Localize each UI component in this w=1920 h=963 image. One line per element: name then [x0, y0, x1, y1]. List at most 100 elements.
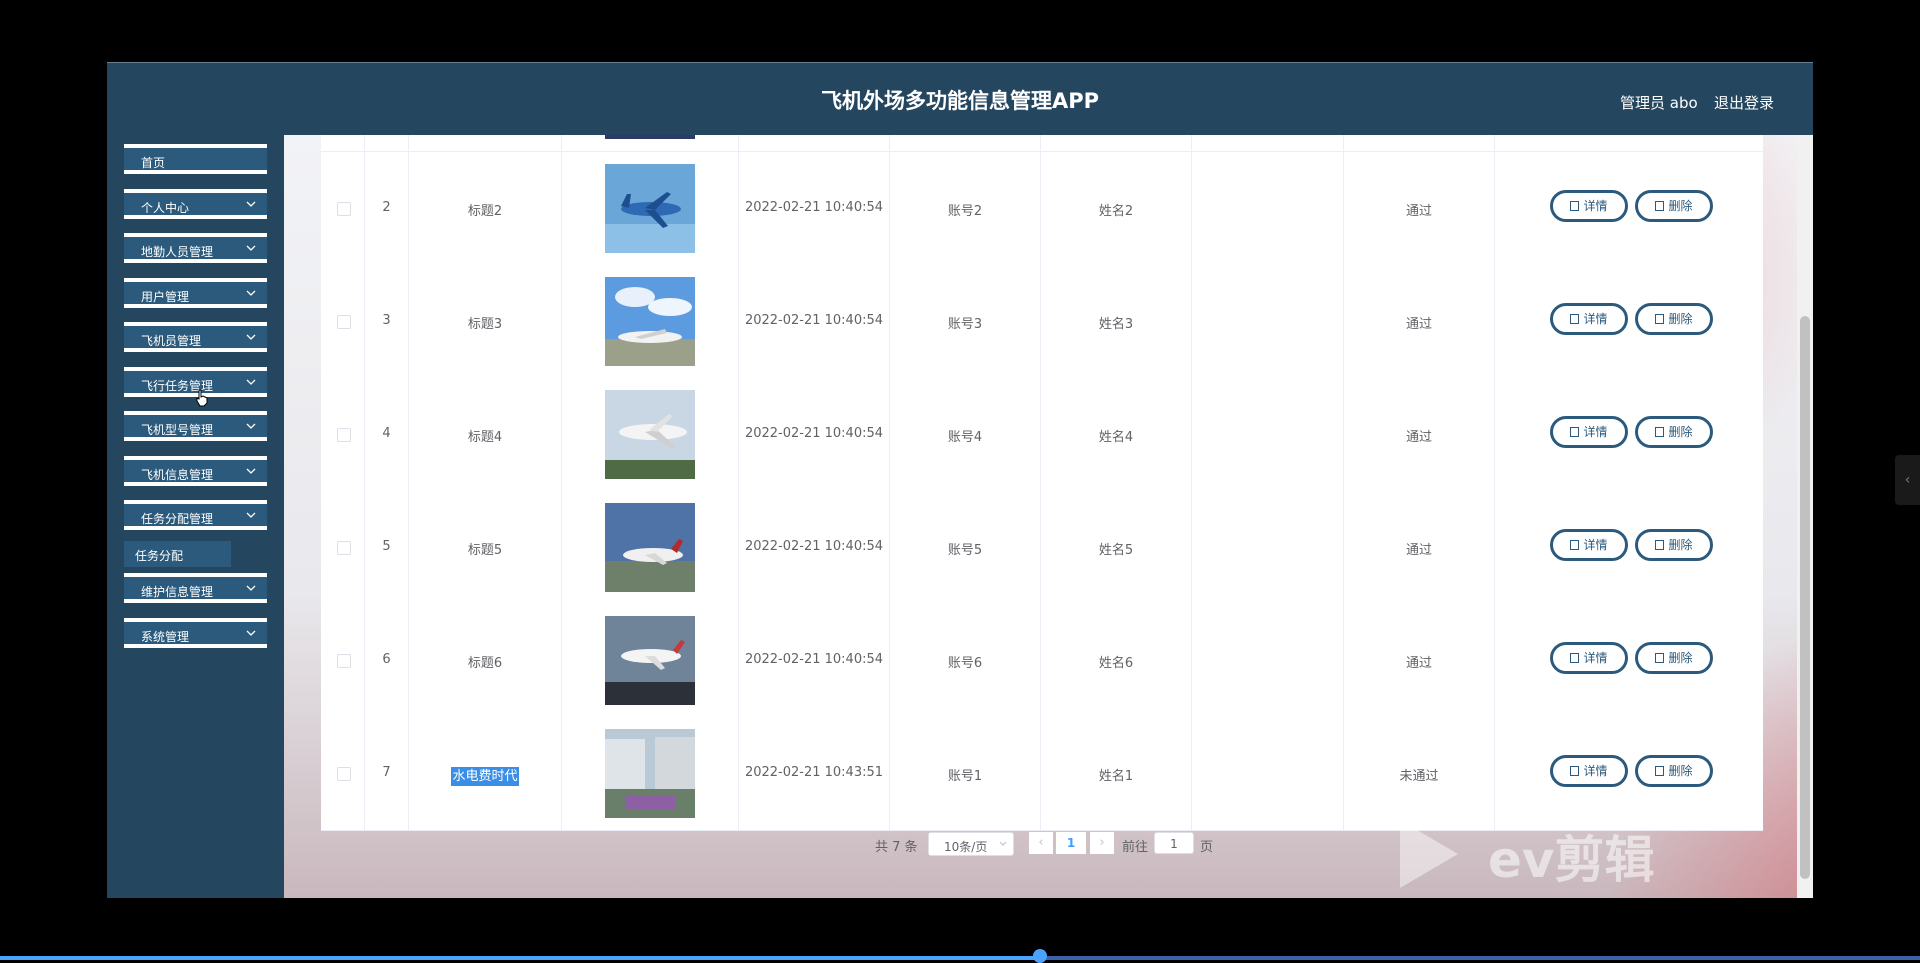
row-checkbox[interactable]: [337, 428, 351, 442]
play-logo-icon: [1400, 820, 1458, 888]
row-account: 账号1: [947, 769, 983, 784]
sidebar-item-label: 首页: [141, 156, 166, 170]
sidebar-item-task-assignment[interactable]: 任务分配管理: [124, 500, 267, 530]
document-icon: [1570, 766, 1580, 776]
delete-button[interactable]: 删除: [1635, 755, 1713, 787]
row-account: 账号3: [947, 317, 983, 332]
row-status: 通过: [1405, 204, 1432, 219]
trash-icon: [1655, 653, 1665, 663]
row-title: 标题5: [467, 543, 503, 558]
sidebar-item-label: 维护信息管理: [141, 585, 214, 599]
page-size-select[interactable]: 10条/页: [928, 832, 1014, 856]
page-number-current[interactable]: 1: [1056, 832, 1086, 854]
chevron-down-icon: [246, 423, 256, 429]
row-checkbox[interactable]: [337, 315, 351, 329]
sidebar-item-ground-staff[interactable]: 地勤人员管理: [124, 233, 267, 263]
chevron-down-icon: [246, 290, 256, 296]
app-title: 飞机外场多功能信息管理APP: [820, 89, 1100, 113]
table-row: 7 水电费时代 2022-02-21 10:43:51 账号1 姓名1 未通过 …: [321, 717, 1763, 831]
goto-suffix: 页: [1200, 840, 1214, 855]
table-row: 5 标题5 2022-02-21 10:40:54 账号5 姓名5 通过 详情 …: [321, 491, 1763, 605]
header-bar: 飞机外场多功能信息管理APP 管理员 abo 退出登录: [107, 62, 1813, 136]
chevron-down-icon: [246, 334, 256, 340]
chevron-down-icon: [246, 512, 256, 518]
side-panel-toggle[interactable]: ‹: [1895, 455, 1920, 505]
row-time: 2022-02-21 10:40:54: [744, 652, 884, 667]
document-icon: [1570, 314, 1580, 324]
sidebar-item-home[interactable]: 首页: [124, 144, 267, 174]
delete-button[interactable]: 删除: [1635, 529, 1713, 561]
detail-button[interactable]: 详情: [1550, 190, 1628, 222]
sidebar-item-personal-center[interactable]: 个人中心: [124, 189, 267, 219]
row-title: 标题4: [467, 430, 503, 445]
trash-icon: [1655, 314, 1665, 324]
document-icon: [1570, 540, 1580, 550]
scrollbar-thumb[interactable]: [1800, 316, 1810, 879]
row-checkbox[interactable]: [337, 541, 351, 555]
delete-button[interactable]: 删除: [1635, 190, 1713, 222]
submenu-item-label: 任务分配: [135, 549, 184, 563]
sidebar-item-label: 任务分配管理: [141, 512, 214, 526]
sidebar-item-maintenance[interactable]: 维护信息管理: [124, 573, 267, 603]
delete-button[interactable]: 删除: [1635, 416, 1713, 448]
delete-button[interactable]: 删除: [1635, 642, 1713, 674]
thumbnail-image: [605, 616, 695, 705]
sidebar-item-label: 飞机员管理: [141, 334, 202, 348]
video-progress-knob[interactable]: [1033, 949, 1047, 963]
row-status: 通过: [1405, 430, 1432, 445]
row-name: 姓名3: [1098, 317, 1134, 332]
detail-button[interactable]: 详情: [1550, 416, 1628, 448]
delete-button[interactable]: 删除: [1635, 303, 1713, 335]
prev-page-button[interactable]: ‹: [1029, 832, 1053, 854]
row-time: 2022-02-21 10:40:54: [744, 539, 884, 554]
row-index: 6: [382, 652, 391, 667]
row-title: 水电费时代: [409, 765, 561, 786]
thumbnail-image: [605, 390, 695, 479]
row-checkbox[interactable]: [337, 767, 351, 781]
cursor-hand-icon: [196, 389, 208, 407]
row-index: 3: [382, 313, 391, 328]
trash-icon: [1655, 201, 1665, 211]
goto-page-input[interactable]: 1: [1154, 832, 1194, 854]
chevron-down-icon: [246, 468, 256, 474]
sidebar-item-label: 用户管理: [141, 290, 190, 304]
thumbnail-image: [605, 135, 695, 139]
logout-link[interactable]: 退出登录: [1714, 92, 1774, 113]
thumbnail-image: [605, 164, 695, 253]
chevron-down-icon: [246, 379, 256, 385]
row-index: 7: [382, 765, 391, 780]
sidebar-item-pilots[interactable]: 飞机员管理: [124, 322, 267, 352]
trash-icon: [1655, 427, 1665, 437]
row-title: 标题6: [467, 656, 503, 671]
sidebar-item-aircraft-models[interactable]: 飞机型号管理: [124, 411, 267, 441]
next-page-button[interactable]: ›: [1090, 832, 1114, 854]
row-status: 通过: [1405, 656, 1432, 671]
video-progress-fill: [0, 956, 1040, 960]
row-account: 账号4: [947, 430, 983, 445]
row-time: 2022-02-21 10:43:51: [744, 765, 884, 780]
row-status: 未通过: [1399, 769, 1439, 784]
row-checkbox[interactable]: [337, 202, 351, 216]
sidebar-item-label: 个人中心: [141, 201, 190, 215]
document-icon: [1570, 201, 1580, 211]
detail-button[interactable]: 详情: [1550, 303, 1628, 335]
sidebar-item-users[interactable]: 用户管理: [124, 278, 267, 308]
document-icon: [1570, 427, 1580, 437]
submenu-item-task-assign[interactable]: 任务分配: [124, 541, 231, 567]
row-title: 标题2: [467, 204, 503, 219]
sidebar-item-label: 地勤人员管理: [141, 245, 214, 259]
table-row: 2 标题2 2022-02-21 10:40:54 账号2 姓名2 通过 详情 …: [321, 152, 1763, 266]
thumbnail-image: [605, 729, 695, 818]
detail-button[interactable]: 详情: [1550, 642, 1628, 674]
sidebar-item-aircraft-info[interactable]: 飞机信息管理: [124, 456, 267, 486]
row-checkbox[interactable]: [337, 654, 351, 668]
row-name: 姓名5: [1098, 543, 1134, 558]
sidebar-item-label: 飞机型号管理: [141, 423, 214, 437]
sidebar-item-system[interactable]: 系统管理: [124, 618, 267, 648]
row-index: 4: [382, 426, 391, 441]
detail-button[interactable]: 详情: [1550, 755, 1628, 787]
row-name: 姓名6: [1098, 656, 1134, 671]
row-name: 姓名4: [1098, 430, 1134, 445]
row-status: 通过: [1405, 317, 1432, 332]
detail-button[interactable]: 详情: [1550, 529, 1628, 561]
